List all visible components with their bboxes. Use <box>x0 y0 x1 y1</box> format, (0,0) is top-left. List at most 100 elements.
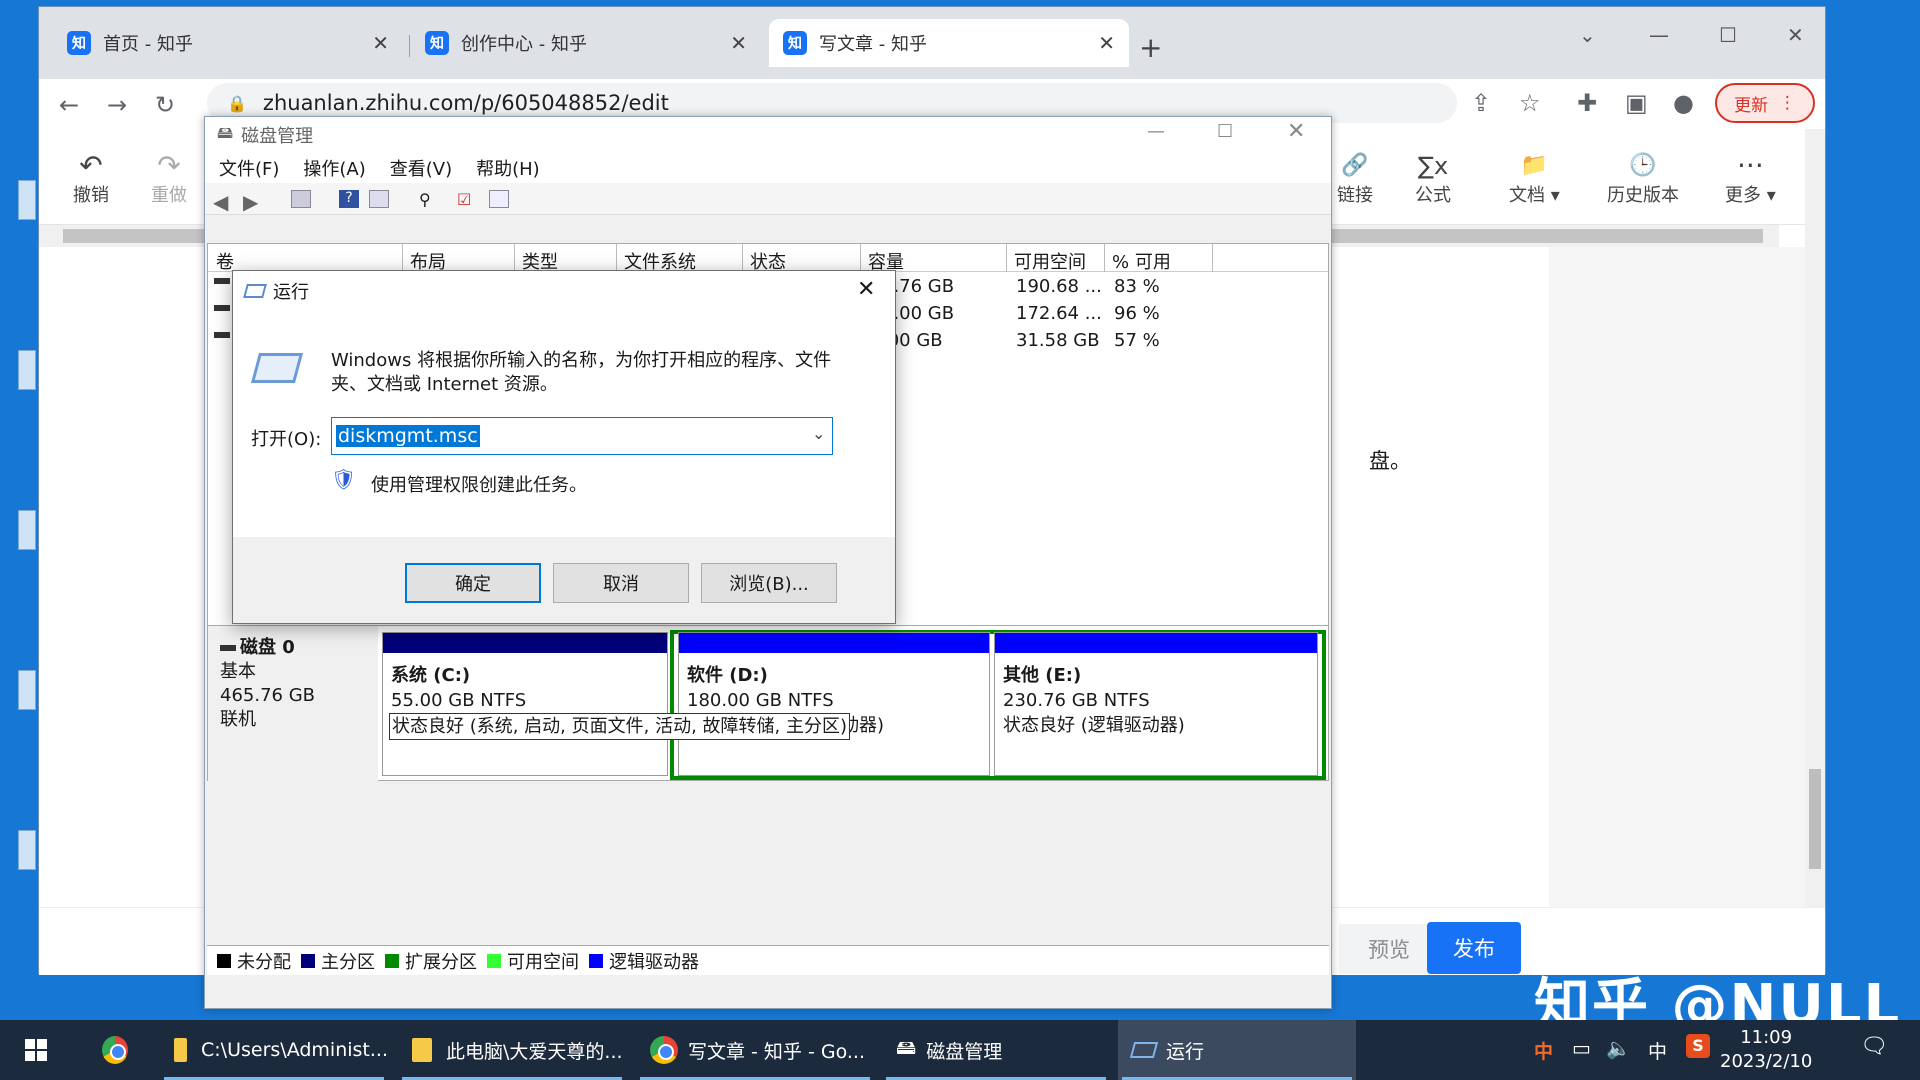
undo-button[interactable]: ↶ 撤销 <box>73 151 109 207</box>
tab-creator-center[interactable]: 知 创作中心 - 知乎 ✕ <box>411 19 761 67</box>
disk-0-info[interactable]: 磁盘 0 基本 465.76 GB 联机 <box>208 626 378 781</box>
close-icon[interactable]: ✕ <box>857 277 875 302</box>
input-mode-indicator[interactable]: 中 <box>1640 1020 1680 1080</box>
tab-search-icon[interactable]: ⌄ <box>1579 23 1596 47</box>
dialog-description: Windows 将根据你所输入的名称，为你打开相应的程序、文件夹、文档或 Int… <box>331 350 832 395</box>
console-tree-icon[interactable] <box>291 190 311 208</box>
partition-d[interactable]: 软件 (D:) 180.00 GB NTFS 动器) <box>678 632 990 776</box>
system-clock[interactable]: 11:09 2023/2/10 <box>1720 1026 1812 1074</box>
tab-write-article[interactable]: 知 写文章 - 知乎 ✕ <box>769 19 1129 67</box>
browse-button[interactable]: 浏览(B)... <box>701 563 837 603</box>
forward-icon[interactable]: ▶ <box>243 190 263 214</box>
menu-view[interactable]: 查看(V) <box>390 155 452 181</box>
link-icon: 🔗 <box>1341 153 1369 178</box>
action-pane-icon[interactable] <box>369 190 389 208</box>
chevron-down-icon[interactable]: ⌄ <box>812 424 825 443</box>
partition-status: 状态良好 (逻辑驱动器) <box>1003 715 1185 736</box>
preview-button[interactable]: 预览 <box>1339 924 1439 974</box>
tab-label: 首页 - 知乎 <box>103 34 193 55</box>
taskbar-item-chrome[interactable]: 写文章 - 知乎 - Go... <box>636 1020 874 1080</box>
vertical-scrollbar[interactable] <box>1805 129 1825 975</box>
check-icon[interactable]: ☑ <box>457 190 477 209</box>
taskbar-item-disk-management[interactable]: 🖴 磁盘管理 <box>882 1020 1110 1080</box>
minimize-icon[interactable]: — <box>1649 23 1669 47</box>
maximize-icon[interactable]: ☐ <box>1719 23 1737 47</box>
open-label: 打开(O): <box>251 429 322 450</box>
ime-indicator[interactable]: 中 <box>1526 1020 1566 1080</box>
maximize-icon[interactable]: ☐ <box>1217 121 1233 142</box>
col-percent[interactable]: % 可用 <box>1112 248 1171 274</box>
back-icon[interactable]: ◀ <box>213 190 233 214</box>
tab-zhihu-home[interactable]: 知 首页 - 知乎 ✕ <box>53 19 403 67</box>
publish-button[interactable]: 发布 <box>1427 922 1521 974</box>
redo-icon: ↷ <box>157 149 181 182</box>
redo-button[interactable]: ↷ 重做 <box>151 151 187 207</box>
run-icon <box>243 284 267 298</box>
history-button[interactable]: 🕒 历史版本 <box>1607 151 1679 207</box>
chrome-taskbar-icon[interactable] <box>88 1020 138 1080</box>
volume-icon[interactable]: 🔈 <box>1606 1036 1631 1060</box>
partition-c[interactable]: 系统 (C:) 55.00 GB NTFS 状态良好 (系统, 启动, 页面文件… <box>382 632 850 776</box>
formula-button[interactable]: ∑x 公式 <box>1415 151 1451 207</box>
back-icon[interactable]: ← <box>59 91 79 119</box>
tab-label: 写文章 - 知乎 <box>819 34 927 55</box>
menu-help[interactable]: 帮助(H) <box>476 155 540 181</box>
help-icon[interactable]: ? <box>339 190 359 208</box>
notification-icon[interactable]: 🗨 <box>1860 1034 1888 1059</box>
legend-item: 可用空间 <box>487 948 579 974</box>
menu-file[interactable]: 文件(F) <box>219 155 279 181</box>
reload-icon[interactable]: ↻ <box>155 91 175 119</box>
link-button[interactable]: 🔗 链接 <box>1337 151 1373 207</box>
start-button[interactable] <box>8 1020 64 1080</box>
col-free[interactable]: 可用空间 <box>1014 248 1086 274</box>
cancel-button[interactable]: 取消 <box>553 563 689 603</box>
taskbar-item-explorer-1[interactable]: C:\Users\Administ... <box>160 1020 388 1080</box>
folder-icon <box>412 1038 432 1062</box>
minimize-icon[interactable]: — <box>1147 121 1165 142</box>
run-icon <box>1129 1042 1159 1058</box>
desktop-icon[interactable] <box>18 350 36 390</box>
desktop-icon[interactable] <box>18 830 36 870</box>
taskbar-item-run[interactable]: 运行 <box>1118 1020 1356 1080</box>
profile-icon[interactable]: ● <box>1673 89 1694 117</box>
command-input[interactable]: diskmgmt.msc ⌄ <box>331 417 833 455</box>
close-icon[interactable]: ✕ <box>1098 31 1115 55</box>
run-dialog: 运行 ✕ Windows 将根据你所输入的名称，为你打开相应的程序、文件夹、文档… <box>232 270 896 624</box>
icon-toolbar: ◀ ▶ ? ⚲ ☑ <box>205 183 1331 215</box>
menu-action[interactable]: 操作(A) <box>303 155 365 181</box>
desktop-icon[interactable] <box>18 510 36 550</box>
disk-status: 联机 <box>220 709 256 730</box>
extensions-icon[interactable]: ✚ <box>1577 89 1597 117</box>
share-icon[interactable]: ⇪ <box>1471 89 1491 117</box>
network-icon[interactable]: ▭ <box>1572 1036 1591 1060</box>
window-titlebar[interactable]: 🖴 磁盘管理 — ☐ ✕ <box>205 117 1331 153</box>
clock-icon: 🕒 <box>1629 153 1657 178</box>
close-icon[interactable]: ✕ <box>730 31 747 55</box>
admin-privilege-text: 使用管理权限创建此任务。 <box>371 475 587 496</box>
forward-icon[interactable]: → <box>107 91 127 119</box>
close-icon[interactable]: ✕ <box>372 31 389 55</box>
bookmark-star-icon[interactable]: ☆ <box>1519 89 1541 117</box>
folder-icon <box>174 1038 188 1062</box>
close-icon[interactable]: ✕ <box>1787 23 1804 47</box>
connect-icon[interactable]: ⚲ <box>419 190 439 209</box>
new-tab-button[interactable]: + <box>1139 31 1162 64</box>
update-button[interactable]: 更新 ⋮ <box>1715 83 1815 123</box>
document-button[interactable]: 📁 文档 ▾ <box>1509 151 1560 207</box>
taskbar-item-explorer-2[interactable]: 此电脑\大爱天尊的... <box>398 1020 626 1080</box>
chrome-icon <box>102 1036 128 1064</box>
properties-icon[interactable] <box>489 190 509 208</box>
dialog-titlebar[interactable]: 运行 ✕ <box>233 271 895 311</box>
desktop-icon[interactable] <box>18 670 36 710</box>
close-icon[interactable]: ✕ <box>1287 119 1305 144</box>
side-panel-icon[interactable]: ▣ <box>1625 89 1648 117</box>
ok-button[interactable]: 确定 <box>405 563 541 603</box>
tab-bar: 知 首页 - 知乎 ✕ 知 创作中心 - 知乎 ✕ 知 写文章 - 知乎 ✕ +… <box>39 7 1825 79</box>
undo-icon: ↶ <box>79 149 103 182</box>
sogou-icon[interactable]: S <box>1686 1034 1710 1058</box>
more-button[interactable]: ··· 更多 ▾ <box>1725 151 1776 207</box>
legend-item: 扩展分区 <box>385 948 477 974</box>
desktop-icon[interactable] <box>18 180 36 220</box>
partition-e[interactable]: 其他 (E:) 230.76 GB NTFS 状态良好 (逻辑驱动器) <box>994 632 1318 776</box>
zhihu-icon: 知 <box>425 31 449 55</box>
